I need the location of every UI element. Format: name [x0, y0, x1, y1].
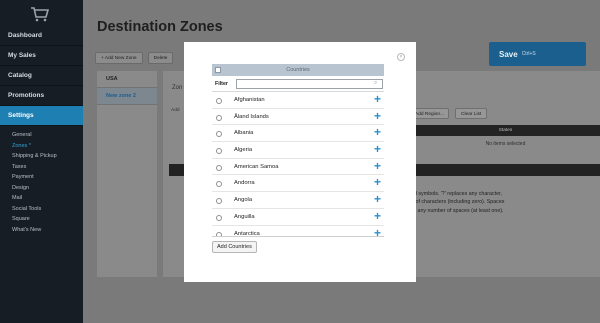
submenu-item-social-tools[interactable]: Social Tools	[0, 204, 83, 215]
delete-button[interactable]: Delete	[147, 52, 174, 64]
zone-toolbar: + Add New Zone Delete	[95, 52, 174, 64]
sidebar-item-promotions[interactable]: Promotions	[0, 86, 83, 106]
country-row[interactable]: Antarctica +	[212, 226, 384, 237]
country-row[interactable]: Andorra +	[212, 175, 384, 193]
country-row[interactable]: Algeria +	[212, 142, 384, 159]
country-row[interactable]: American Samoa +	[212, 159, 384, 176]
country-name: Åland Islands	[234, 113, 269, 120]
country-list[interactable]: Afghanistan + Åland Islands + Albania + …	[212, 91, 384, 236]
add-new-zone-button[interactable]: + Add New Zone	[95, 52, 143, 64]
add-button-partial[interactable]: Add	[171, 108, 180, 113]
submenu-item-whats-new[interactable]: What's New	[0, 225, 83, 236]
country-name: Andorra	[234, 180, 255, 187]
search-icon: ⌕	[374, 80, 378, 86]
plus-icon[interactable]: +	[374, 209, 381, 225]
submenu-item-shipping[interactable]: Shipping & Pickup	[0, 151, 83, 162]
filter-input[interactable]	[236, 79, 383, 89]
sidebar-item-dashboard[interactable]: Dashboard	[0, 26, 83, 46]
clear-list-button[interactable]: Clear List	[455, 108, 488, 119]
country-checkbox[interactable]	[216, 164, 222, 171]
country-name: Albania	[234, 130, 254, 137]
country-name: American Samoa	[234, 163, 279, 170]
save-button[interactable]: Save Ctrl+S	[489, 42, 586, 66]
save-button-label: Save	[499, 49, 518, 59]
plus-icon[interactable]: +	[374, 175, 381, 191]
app-root: Dashboard My Sales Catalog Promotions Se…	[0, 0, 600, 323]
plus-icon[interactable]: +	[374, 192, 381, 208]
country-name: Anguilla	[234, 213, 255, 220]
submenu-item-design[interactable]: Design	[0, 183, 83, 194]
sidebar-item-my-sales[interactable]: My Sales	[0, 46, 83, 66]
country-row[interactable]: Angola +	[212, 192, 384, 209]
country-row[interactable]: Albania +	[212, 125, 384, 143]
country-name: Afghanistan	[234, 97, 265, 103]
country-name: Algeria	[234, 147, 253, 154]
plus-icon[interactable]: +	[374, 159, 381, 175]
countries-header-label: Countries	[286, 67, 310, 73]
plus-icon[interactable]: +	[374, 92, 381, 108]
country-checkbox[interactable]	[216, 98, 222, 104]
country-checkbox[interactable]	[216, 214, 222, 221]
zone-list: USA New zone 2	[97, 71, 157, 277]
zone-name-label: Zon	[172, 85, 183, 91]
submenu-item-taxes[interactable]: Taxes	[0, 162, 83, 173]
page-title: Destination Zones	[97, 19, 223, 35]
country-checkbox[interactable]	[216, 114, 222, 121]
country-row[interactable]: Afghanistan +	[212, 92, 384, 109]
country-row[interactable]: Anguilla +	[212, 209, 384, 226]
plus-icon[interactable]: +	[374, 109, 381, 125]
zone-item-new-zone-2[interactable]: New zone 2	[97, 88, 157, 105]
zone-item-usa[interactable]: USA	[97, 71, 157, 88]
no-items-message: No items selected	[485, 141, 526, 147]
sidebar: Dashboard My Sales Catalog Promotions Se…	[0, 0, 83, 323]
submenu-item-square[interactable]: Square	[0, 214, 83, 225]
close-icon[interactable]: ×	[397, 53, 405, 61]
country-row[interactable]: Åland Islands +	[212, 109, 384, 126]
countries-header: Countries	[212, 64, 384, 76]
states-column-header: States	[411, 125, 600, 136]
save-shortcut-hint: Ctrl+S	[521, 51, 536, 57]
select-all-checkbox[interactable]	[215, 67, 221, 73]
sidebar-menu: Dashboard My Sales Catalog Promotions Se…	[0, 26, 83, 235]
country-checkbox[interactable]	[216, 148, 222, 155]
countries-modal: × Countries Filter ⌕ Afghanistan + Åland…	[184, 42, 416, 282]
settings-submenu: General Zones * Shipping & Pickup Taxes …	[0, 126, 83, 235]
country-checkbox[interactable]	[216, 181, 222, 188]
plus-icon[interactable]: +	[374, 142, 381, 158]
submenu-item-payment[interactable]: Payment	[0, 172, 83, 183]
plus-icon[interactable]: +	[374, 226, 381, 237]
plus-icon[interactable]: +	[374, 125, 381, 141]
country-checkbox[interactable]	[216, 131, 222, 138]
country-name: Angola	[234, 197, 253, 204]
add-countries-button[interactable]: Add Countries	[212, 241, 257, 253]
country-name: Antarctica	[234, 230, 260, 237]
modal-divider	[212, 236, 384, 237]
submenu-item-mail[interactable]: Mail	[0, 193, 83, 204]
cart-logo-icon	[30, 6, 50, 22]
submenu-item-general[interactable]: General	[0, 130, 83, 141]
submenu-item-zones[interactable]: Zones *	[0, 141, 83, 152]
sidebar-item-settings[interactable]: Settings	[0, 106, 83, 126]
sidebar-item-catalog[interactable]: Catalog	[0, 66, 83, 86]
country-checkbox[interactable]	[216, 198, 222, 205]
filter-label: Filter	[215, 81, 228, 87]
